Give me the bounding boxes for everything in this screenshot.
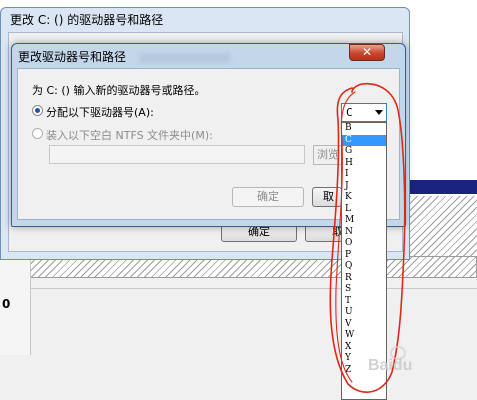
assign-letter-radio[interactable] [32,105,43,116]
title-bar-blur [140,53,230,63]
dialog-prompt: 为 C: () 输入新的驱动器号或路径。 [32,84,206,97]
drive-letter-option-h[interactable]: H [342,158,386,170]
inner-cancel-button[interactable]: 取 [312,187,342,207]
inner-dialog-title: 更改驱动器号和路径 [18,50,127,64]
folder-path-input[interactable] [49,145,305,164]
mount-folder-radio[interactable] [32,128,43,139]
drive-letter-option-q[interactable]: Q [342,261,386,273]
inner-ok-button[interactable]: 确定 [232,187,304,207]
drive-letter-option-n[interactable]: N [342,227,386,239]
mount-folder-label[interactable]: 装入以下空白 NTFS 文件夹中(M): [46,127,213,143]
browse-button[interactable]: 浏览 [313,145,343,165]
drive-letter-option-t[interactable]: T [342,296,386,308]
outer-dialog-title: 更改 C: () 的驱动器号和路径 [10,13,164,27]
watermark: Baidu [368,357,413,374]
drive-letter-option-j[interactable]: J [342,181,386,193]
drive-letter-option-b[interactable]: B [342,123,386,135]
chevron-down-icon[interactable] [375,110,383,115]
divider [0,288,477,289]
close-icon: ✕ [361,45,373,59]
drive-letter-option-w[interactable]: W [342,330,386,342]
drive-letter-option-l[interactable]: L [342,204,386,216]
assign-letter-label[interactable]: 分配以下驱动器号(A): [46,104,154,120]
drive-letter-option-c[interactable]: C [342,134,386,146]
drive-letter-select-value: C [346,106,353,119]
drive-letter-option-g[interactable]: G [342,146,386,158]
drive-letter-option-p[interactable]: P [342,250,386,262]
drive-letter-option-o[interactable]: O [342,238,386,250]
drive-letter-option-s[interactable]: S [342,284,386,296]
drive-letter-option-k[interactable]: K [342,192,386,204]
drive-letter-option-i[interactable]: I [342,169,386,181]
drive-letter-option-v[interactable]: V [342,319,386,331]
drive-letter-select[interactable]: C [341,103,387,122]
close-button[interactable]: ✕ [349,44,385,61]
partition-header-bar [403,180,477,194]
partition-hatch-area [403,196,477,256]
drive-letter-option-x[interactable]: X [342,342,386,354]
disk-row-label: 0 [2,297,11,311]
drive-letter-option-u[interactable]: U [342,307,386,319]
drive-letter-option-r[interactable]: R [342,273,386,285]
drive-letter-option-m[interactable]: M [342,215,386,227]
